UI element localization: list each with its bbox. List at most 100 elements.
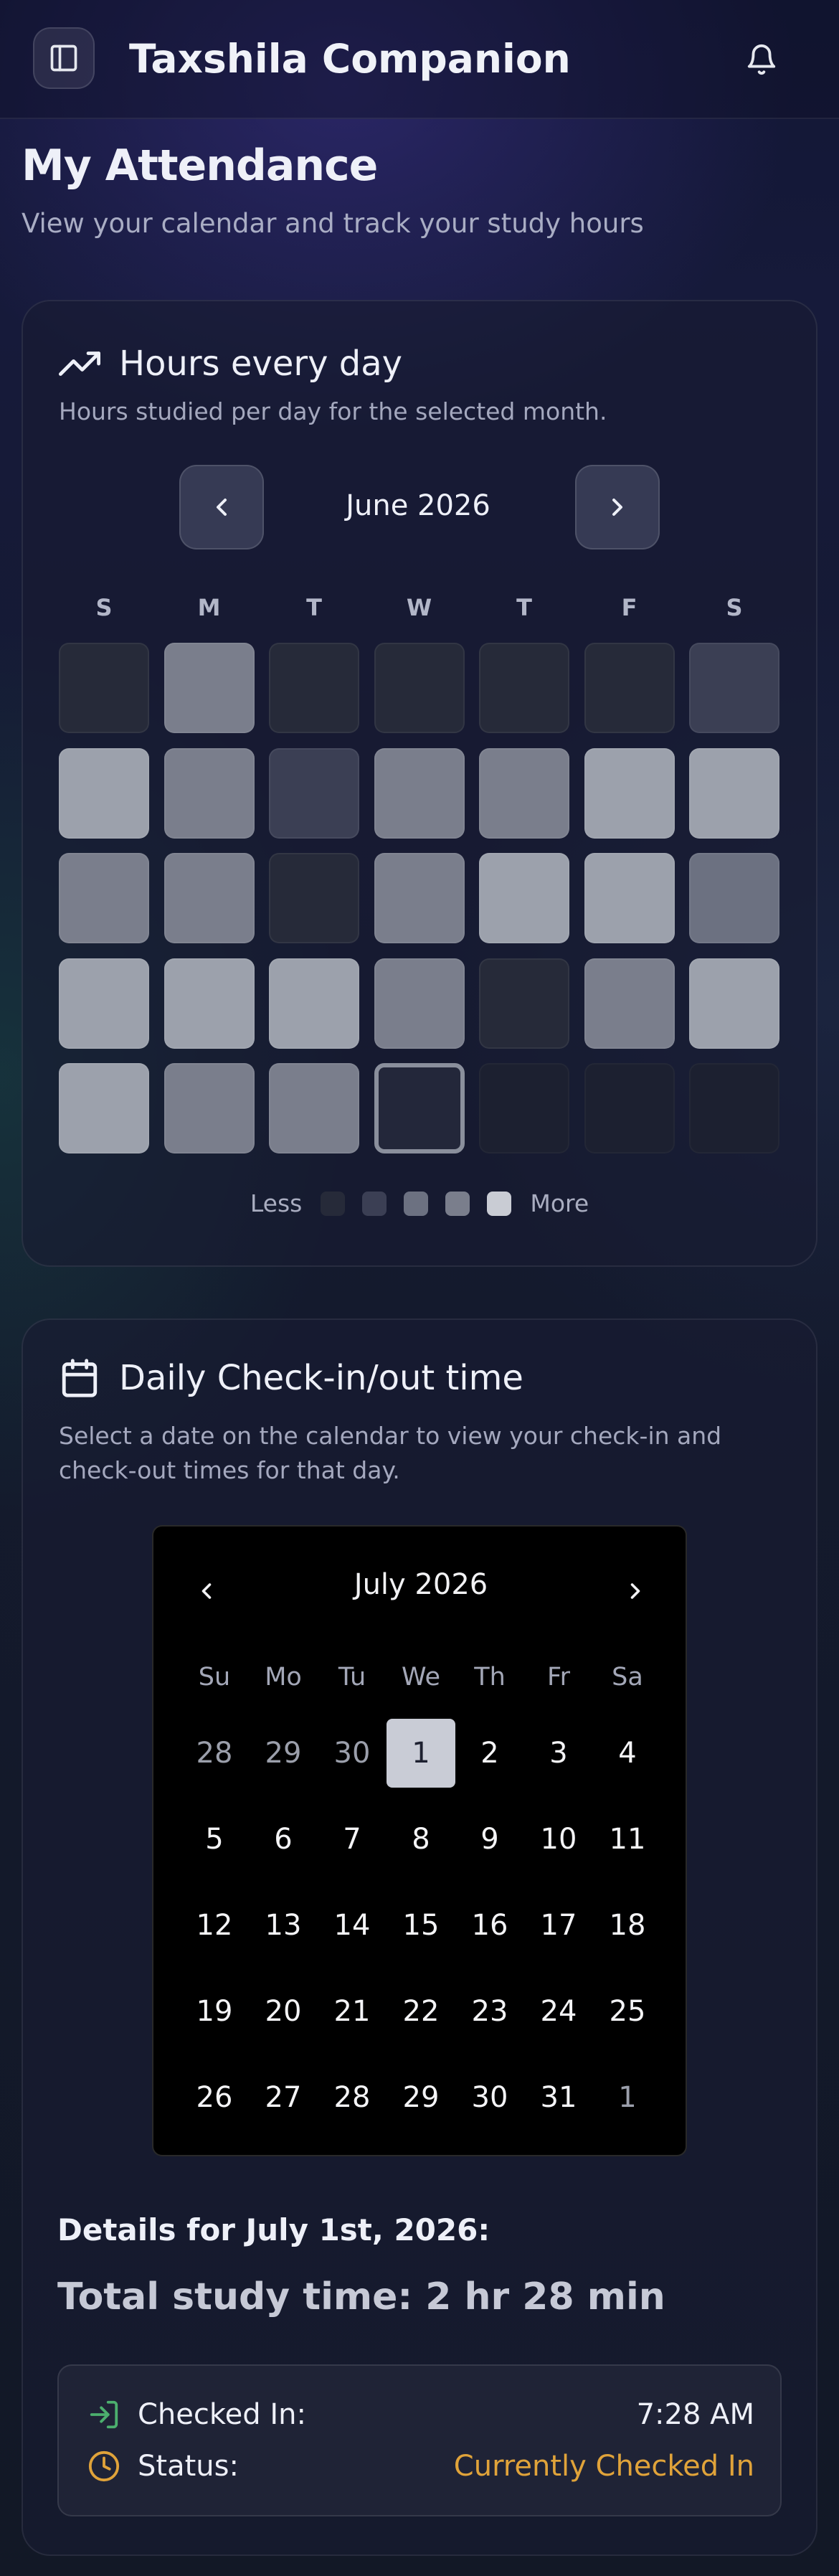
heatmap-cell[interactable] bbox=[689, 853, 779, 943]
hours-card-description: Hours studied per day for the selected m… bbox=[59, 397, 607, 425]
calendar-day[interactable]: 20 bbox=[249, 1977, 318, 2046]
next-month-button[interactable] bbox=[575, 465, 660, 549]
heatmap-weekday-label: T bbox=[306, 594, 322, 621]
heatmap-cell[interactable] bbox=[269, 643, 359, 733]
status-label: Status: bbox=[138, 2450, 239, 2483]
calendar-weekday-label: We bbox=[401, 1663, 441, 1692]
calendar-day[interactable]: 26 bbox=[180, 2063, 249, 2132]
heatmap-cell[interactable] bbox=[689, 958, 779, 1049]
calendar-day[interactable]: 19 bbox=[180, 1977, 249, 2046]
calendar-day[interactable]: 2 bbox=[455, 1719, 524, 1788]
heatmap-cell[interactable] bbox=[584, 853, 675, 943]
heatmap-cell[interactable] bbox=[479, 958, 569, 1049]
calendar-day[interactable]: 3 bbox=[524, 1719, 593, 1788]
status-value: Currently Checked In bbox=[453, 2450, 754, 2483]
checked-in-label: Checked In: bbox=[138, 2398, 306, 2431]
calendar-day[interactable]: 28 bbox=[318, 2063, 387, 2132]
heatmap-cell[interactable] bbox=[163, 747, 255, 839]
heatmap-cell[interactable] bbox=[59, 747, 149, 839]
heatmap-cell[interactable] bbox=[59, 1063, 149, 1153]
heatmap-cell[interactable] bbox=[584, 747, 675, 839]
app-title: Taxshila Companion bbox=[129, 36, 571, 82]
calendar-day[interactable]: 10 bbox=[524, 1805, 593, 1874]
chevron-right-icon bbox=[612, 499, 622, 516]
heatmap-cell[interactable] bbox=[269, 747, 359, 839]
heatmap-cell bbox=[689, 1063, 779, 1153]
heatmap-cell[interactable] bbox=[374, 853, 465, 943]
calendar-day[interactable]: 13 bbox=[249, 1891, 318, 1960]
heatmap-cell[interactable] bbox=[479, 853, 569, 943]
heatmap-cell[interactable] bbox=[584, 643, 675, 733]
sidebar-toggle-button[interactable] bbox=[33, 27, 95, 89]
calendar-day[interactable]: 29 bbox=[249, 1719, 318, 1788]
total-study-time: Total study time: 2 hr 28 min bbox=[57, 2275, 665, 2318]
calendar-day[interactable]: 30 bbox=[455, 2063, 524, 2132]
heatmap-cell[interactable] bbox=[269, 853, 359, 943]
heatmap-cell-today[interactable] bbox=[374, 1063, 465, 1153]
calendar-day[interactable]: 8 bbox=[387, 1805, 455, 1874]
calendar-day[interactable]: 25 bbox=[593, 1977, 662, 2046]
calendar-day[interactable]: 9 bbox=[455, 1805, 524, 1874]
legend-swatch bbox=[321, 1191, 346, 1216]
heatmap-cell[interactable] bbox=[479, 747, 569, 839]
calendar-day[interactable]: 5 bbox=[180, 1805, 249, 1874]
heatmap-cell[interactable] bbox=[59, 643, 149, 733]
heatmap-cell[interactable] bbox=[374, 747, 465, 839]
calendar-day[interactable]: 17 bbox=[524, 1891, 593, 1960]
heatmap-cell[interactable] bbox=[163, 853, 255, 943]
calendar-day[interactable]: 7 bbox=[318, 1805, 387, 1874]
calendar-day[interactable]: 24 bbox=[524, 1977, 593, 2046]
calendar-day[interactable]: 31 bbox=[524, 2063, 593, 2132]
heatmap-cell[interactable] bbox=[163, 958, 255, 1049]
calendar-month-label: July 2026 bbox=[354, 1568, 488, 1601]
calendar-day[interactable]: 30 bbox=[318, 1719, 387, 1788]
legend-swatch bbox=[362, 1191, 387, 1216]
heatmap-cell[interactable] bbox=[269, 1063, 359, 1153]
calendar-day[interactable]: 23 bbox=[455, 1977, 524, 2046]
calendar-day[interactable]: 6 bbox=[249, 1805, 318, 1874]
calendar-day[interactable]: 12 bbox=[180, 1891, 249, 1960]
heatmap-cell[interactable] bbox=[163, 643, 255, 733]
date-picker-calendar: July 2026 Su Mo Tu We Th Fr Sa 28 29 30 1 2 3 4 5 6 7 8 9 1… bbox=[152, 1525, 687, 2156]
calendar-day[interactable]: 1 bbox=[593, 2063, 662, 2132]
heatmap-weekday-label: W bbox=[406, 594, 432, 621]
heatmap-cell[interactable] bbox=[59, 853, 149, 943]
chevron-right-icon bbox=[630, 1583, 640, 1599]
heatmap-cell[interactable] bbox=[59, 958, 149, 1049]
calendar-day[interactable]: 18 bbox=[593, 1891, 662, 1960]
heatmap-cell[interactable] bbox=[689, 643, 779, 733]
bell-icon bbox=[747, 44, 776, 75]
calendar-day[interactable]: 14 bbox=[318, 1891, 387, 1960]
calendar-next-month-button[interactable] bbox=[614, 1570, 657, 1613]
heatmap-cell[interactable] bbox=[479, 643, 569, 733]
calendar-day[interactable]: 4 bbox=[593, 1719, 662, 1788]
calendar-day[interactable]: 11 bbox=[593, 1805, 662, 1874]
legend-swatch bbox=[404, 1191, 429, 1216]
heatmap-weekday-label: F bbox=[621, 594, 637, 621]
checked-in-row: Checked In: 7:28 AM bbox=[87, 2393, 754, 2436]
calendar-weekday-label: Sa bbox=[612, 1663, 643, 1692]
chevron-left-icon bbox=[217, 499, 227, 516]
calendar-day[interactable]: 22 bbox=[387, 1977, 455, 2046]
heatmap-cell[interactable] bbox=[269, 958, 359, 1049]
heatmap-cell[interactable] bbox=[689, 747, 779, 839]
heatmap-cell[interactable] bbox=[374, 643, 465, 733]
heatmap-cell[interactable] bbox=[374, 958, 465, 1049]
calendar-day[interactable]: 27 bbox=[249, 2063, 318, 2132]
heatmap-cell[interactable] bbox=[584, 958, 675, 1049]
calendar-day[interactable]: 29 bbox=[387, 2063, 455, 2132]
calendar-day[interactable]: 21 bbox=[318, 1977, 387, 2046]
legend-more-label: More bbox=[530, 1189, 589, 1217]
notifications-button[interactable] bbox=[736, 36, 787, 83]
calendar-day[interactable]: 16 bbox=[455, 1891, 524, 1960]
heatmap-cell[interactable] bbox=[163, 1063, 255, 1153]
calendar-day-selected[interactable]: 1 bbox=[387, 1719, 455, 1788]
previous-month-button[interactable] bbox=[179, 465, 264, 549]
page-title: My Attendance bbox=[22, 141, 378, 191]
daily-card-description: Select a date on the calendar to view yo… bbox=[59, 1422, 722, 1484]
calendar-day[interactable]: 15 bbox=[387, 1891, 455, 1960]
legend-swatches bbox=[312, 1191, 520, 1216]
calendar-day[interactable]: 28 bbox=[180, 1719, 249, 1788]
heatmap-month-label: June 2026 bbox=[346, 489, 490, 522]
heatmap-cell bbox=[584, 1063, 675, 1153]
